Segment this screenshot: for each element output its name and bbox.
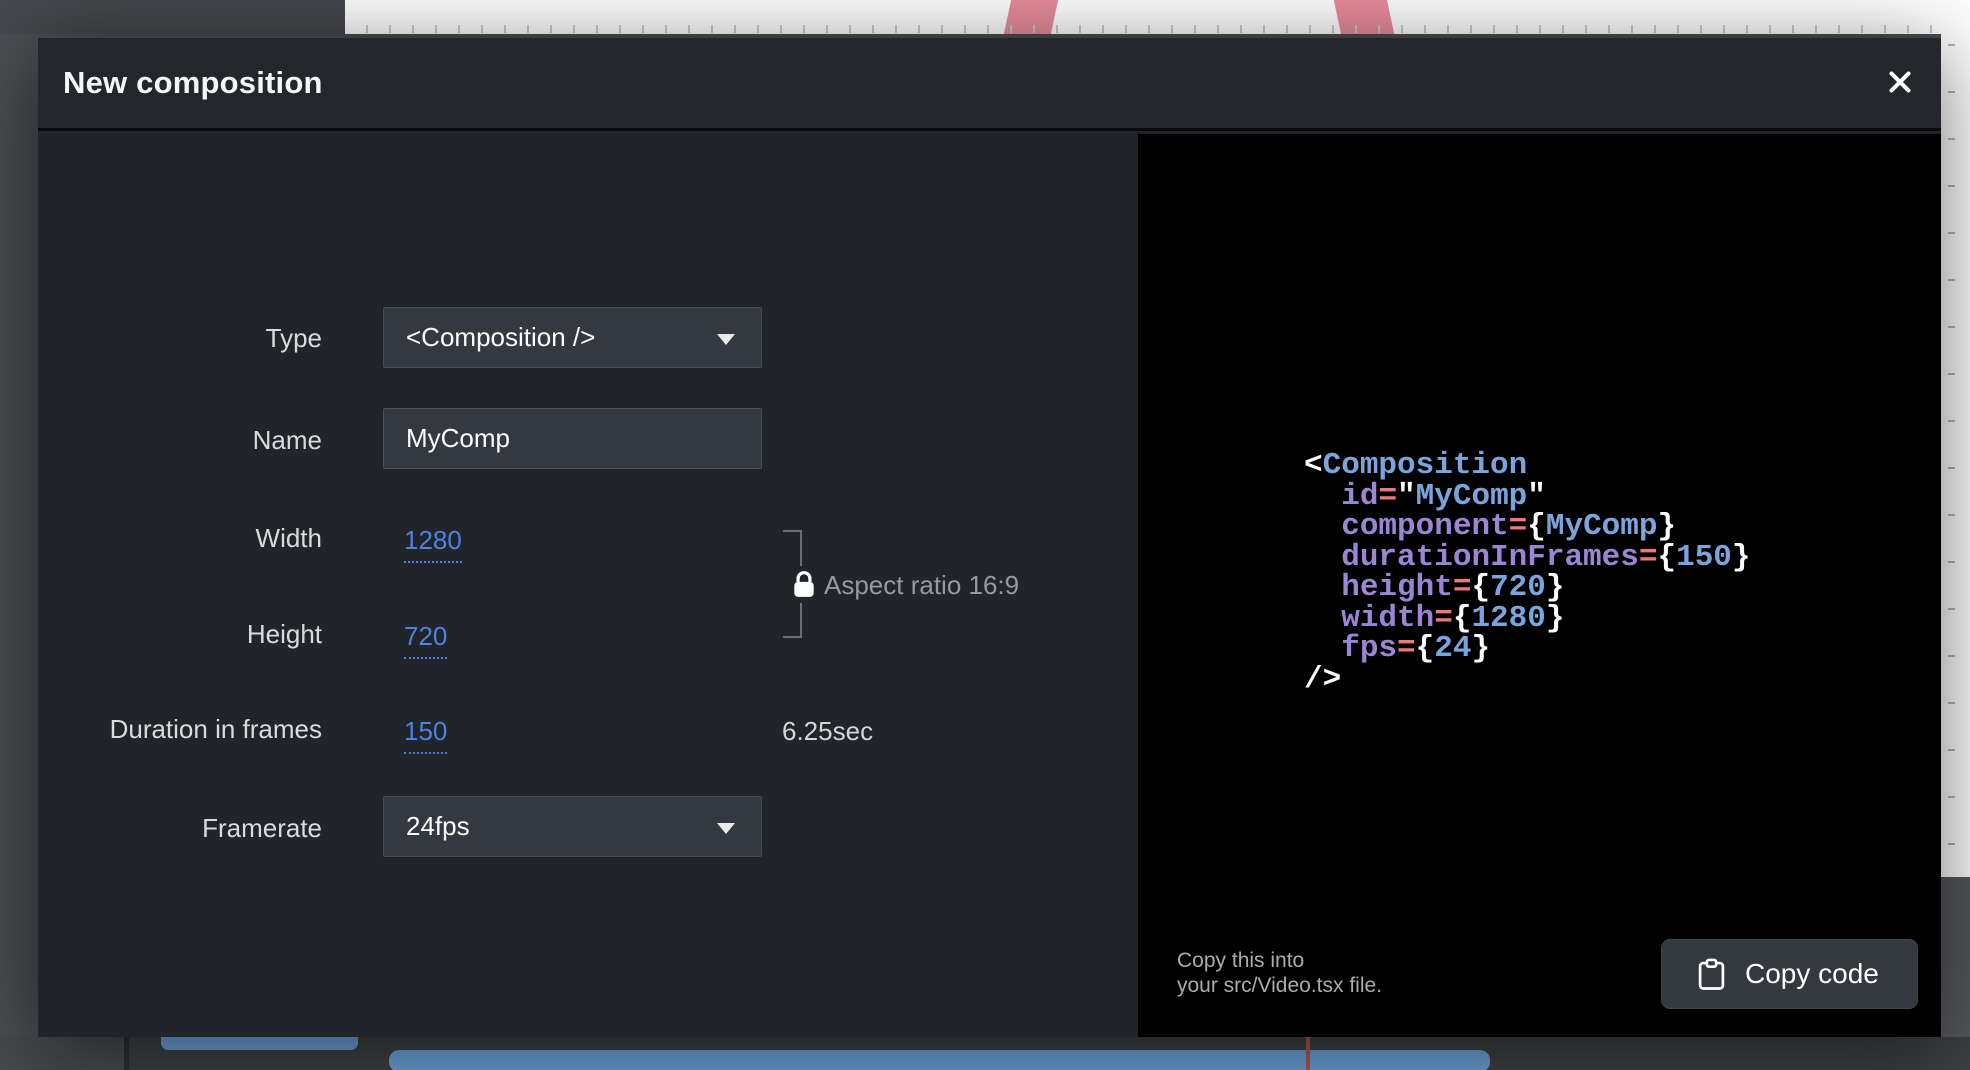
framerate-select[interactable]: 24fps [383,796,762,857]
bg-preview-top [345,0,1970,34]
height-label: Height [38,618,322,650]
dialog-titlebar: New composition [38,38,1941,131]
duration-seconds-readout: 6.25sec [782,716,873,746]
code-block: <Composition id="MyComp" component={MyCo… [1304,451,1751,695]
code-line: durationInFrames={150} [1304,543,1751,574]
code-line: <Composition [1304,451,1751,482]
code-hint: Copy this into your src/Video.tsx file. [1177,948,1382,998]
vertical-ruler [1948,44,1955,854]
width-value[interactable]: 1280 [404,525,462,563]
width-label: Width [38,522,322,554]
duration-value[interactable]: 150 [404,716,447,754]
bg-timeline-divider [124,1037,129,1070]
code-hint-line1: Copy this into [1177,948,1382,973]
bg-preview-right [1941,0,1970,877]
name-input[interactable] [383,408,762,469]
copy-code-label: Copy code [1745,958,1879,990]
timeline-track-bar[interactable] [389,1050,1490,1070]
composition-form: Type <Composition /> Name Width 1280 Hei… [38,134,1138,1037]
dialog-title: New composition [63,38,323,128]
bg-timeline-sidebar [0,1037,124,1070]
type-select-value: <Composition /> [406,322,595,353]
type-label: Type [38,322,322,354]
lock-icon [789,566,819,603]
code-line: fps={24} [1304,634,1751,665]
timeline-playhead[interactable] [1306,1037,1310,1070]
aspect-ratio-label: Aspect ratio 16:9 [824,569,1019,601]
timeline-tab[interactable] [161,1037,358,1050]
new-composition-dialog: New composition Type <Composition /> Nam… [38,38,1941,1037]
code-line: id="MyComp" [1304,482,1751,513]
bg-timeline-area [0,1037,1970,1070]
bg-sidebar-corner [0,0,345,34]
height-value[interactable]: 720 [404,621,447,659]
duration-label: Duration in frames [38,713,322,745]
copy-code-button[interactable]: Copy code [1661,939,1918,1009]
clipboard-icon [1698,958,1725,991]
close-icon [1883,65,1917,99]
code-line: width={1280} [1304,604,1751,635]
remotion-studio-screen: New composition Type <Composition /> Nam… [0,0,1970,1070]
code-hint-line2: your src/Video.tsx file. [1177,973,1382,998]
type-select[interactable]: <Composition /> [383,307,762,368]
framerate-select-value: 24fps [406,811,470,842]
chevron-down-icon [717,334,735,345]
framerate-label: Framerate [38,812,322,844]
code-line: /> [1304,665,1751,696]
chevron-down-icon [717,823,735,834]
code-preview-panel: <Composition id="MyComp" component={MyCo… [1138,134,1941,1037]
code-line: component={MyComp} [1304,512,1751,543]
code-line: height={720} [1304,573,1751,604]
close-button[interactable] [1876,54,1924,110]
name-label: Name [38,424,322,456]
horizontal-ruler [345,25,1970,33]
